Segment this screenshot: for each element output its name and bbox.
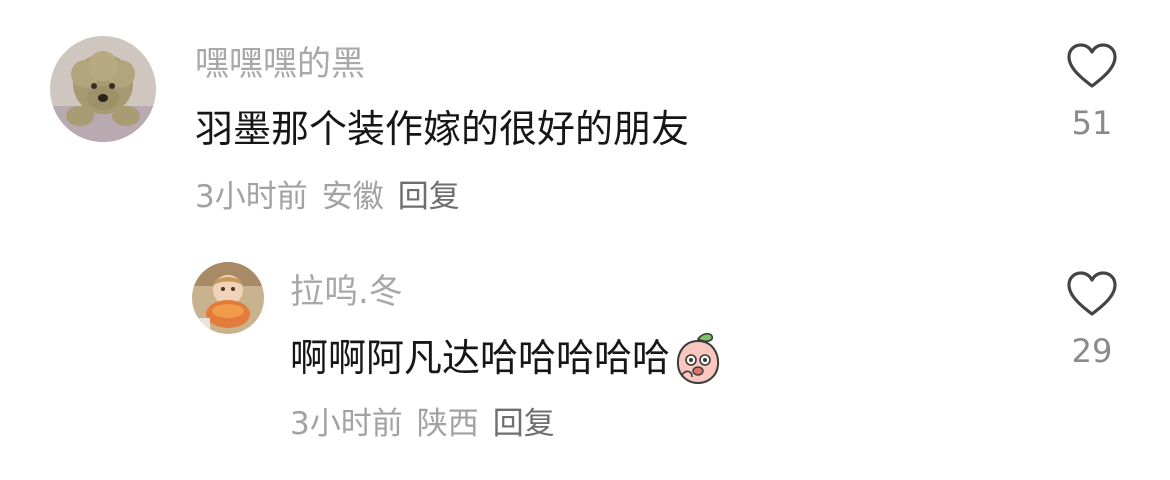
user-avatar[interactable] xyxy=(192,262,264,334)
like-count: 51 xyxy=(1071,104,1113,142)
like-count: 29 xyxy=(1071,332,1113,370)
comment-text: 羽墨那个装作嫁的很好的朋友 xyxy=(195,106,689,152)
comment-location: 陕西 xyxy=(416,406,479,442)
heart-icon xyxy=(1067,271,1117,316)
comment-text: 啊啊阿凡达哈哈哈哈哈 xyxy=(290,331,722,385)
comment-location: 安徽 xyxy=(321,179,384,215)
comment-content: 羽墨那个装作嫁的很好的朋友 xyxy=(195,107,690,151)
comment-meta: 3小时前 安徽 回复 xyxy=(195,178,474,216)
comment-meta: 3小时前 陕西 回复 xyxy=(290,405,569,443)
user-avatar[interactable] xyxy=(50,36,156,142)
like-button[interactable]: 29 xyxy=(1047,270,1137,370)
peach-face-emoji-icon xyxy=(674,331,722,385)
username[interactable]: 拉呜.冬 xyxy=(290,272,403,312)
child-eating-icon xyxy=(192,262,264,334)
heart-icon xyxy=(1067,43,1117,88)
username[interactable]: 嘿嘿嘿的黑 xyxy=(195,44,365,84)
comment-time: 3小时前 xyxy=(195,179,308,215)
reply-button[interactable]: 回复 xyxy=(398,179,460,215)
reply-button[interactable]: 回复 xyxy=(493,406,555,442)
comment-time: 3小时前 xyxy=(290,406,403,442)
poodle-dog-icon xyxy=(50,36,156,142)
like-button[interactable]: 51 xyxy=(1047,42,1137,142)
comment-content: 啊啊阿凡达哈哈哈哈哈 xyxy=(290,336,671,380)
